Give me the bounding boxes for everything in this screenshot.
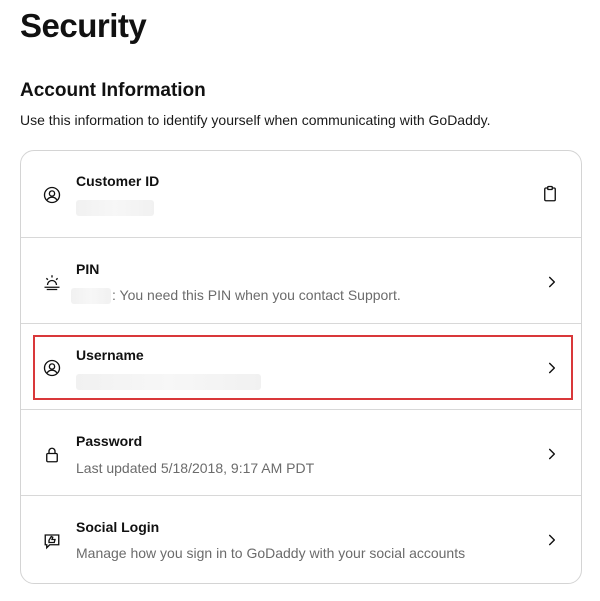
social-login-description: Manage how you sign in to GoDaddy with y…	[76, 545, 466, 561]
user-circle-icon	[43, 359, 61, 377]
thumbs-up-chat-icon	[43, 532, 61, 550]
social-login-row[interactable]: Social Login Manage how you sign in to G…	[21, 495, 581, 583]
clipboard-icon[interactable]	[541, 185, 559, 203]
password-last-updated: Last updated 5/18/2018, 9:17 AM PDT	[76, 460, 315, 476]
user-circle-icon	[43, 186, 61, 204]
social-login-label: Social Login	[76, 519, 160, 535]
customer-id-row: Customer ID	[21, 151, 581, 237]
sunrise-icon	[43, 273, 61, 291]
chevron-right-icon[interactable]	[545, 275, 559, 289]
chevron-right-icon[interactable]	[545, 447, 559, 461]
customer-id-label: Customer ID	[76, 173, 160, 189]
customer-id-value	[76, 198, 154, 217]
pin-row[interactable]: PIN : You need this PIN when you contact…	[21, 237, 581, 323]
lock-icon	[43, 446, 61, 464]
page-title: Security	[20, 7, 147, 44]
pin-description: : You need this PIN when you contact Sup…	[71, 286, 401, 305]
chevron-right-icon[interactable]	[545, 533, 559, 547]
pin-label: PIN	[76, 261, 100, 277]
section-title: Account Information	[20, 80, 206, 101]
password-row[interactable]: Password Last updated 5/18/2018, 9:17 AM…	[21, 409, 581, 495]
section-description: Use this information to identify yoursel…	[20, 112, 491, 128]
account-info-card: Customer ID PIN : You need this PIN when…	[20, 150, 582, 584]
password-label: Password	[76, 433, 143, 449]
username-label: Username	[76, 347, 144, 363]
chevron-right-icon[interactable]	[545, 361, 559, 375]
username-row[interactable]: Username	[21, 323, 581, 409]
username-value	[76, 372, 261, 391]
